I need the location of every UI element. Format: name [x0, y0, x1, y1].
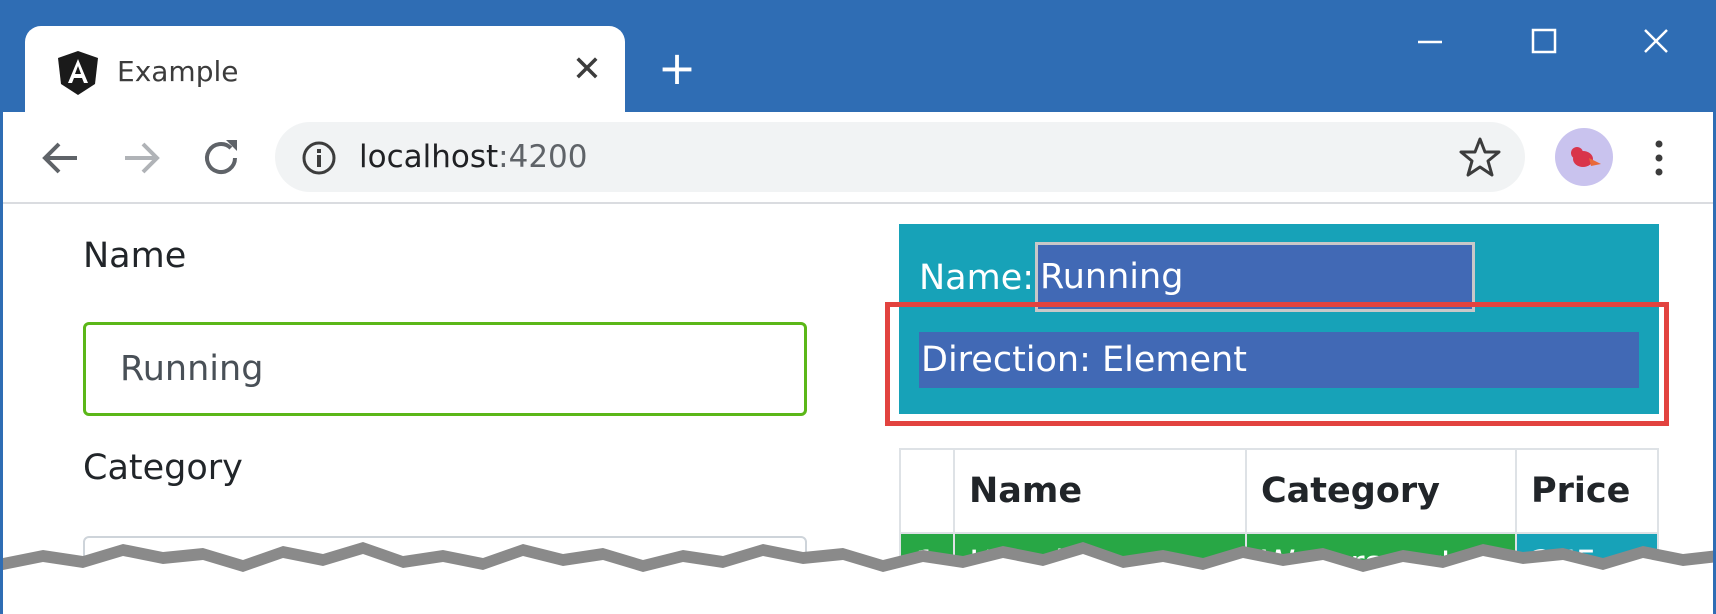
name-label: Name [83, 236, 187, 276]
url-port: :4200 [498, 139, 588, 175]
torn-edge-decoration [3, 542, 1713, 614]
tab-example[interactable]: Example ✕ [25, 26, 625, 112]
name-input[interactable]: Running [83, 322, 807, 416]
close-icon[interactable] [1621, 14, 1691, 70]
info-icon[interactable] [301, 140, 337, 176]
panel-name-label: Name: [919, 258, 1035, 298]
plus-icon[interactable]: + [651, 42, 703, 94]
maximize-icon[interactable] [1509, 14, 1579, 70]
title-bar: Example ✕ + [3, 0, 1713, 112]
minimize-icon[interactable] [1395, 14, 1465, 70]
bird-icon [1571, 147, 1601, 167]
reload-icon[interactable] [193, 130, 249, 186]
bird-avatar-icon[interactable] [1555, 128, 1613, 186]
highlight-frame [885, 302, 1669, 426]
browser-toolbar: localhost:4200 [3, 112, 1713, 204]
angular-logo-icon [58, 51, 98, 95]
back-arrow-icon[interactable] [33, 130, 89, 186]
tab-title: Example [117, 55, 239, 88]
url-host: localhost [359, 139, 499, 175]
close-icon[interactable]: ✕ [563, 46, 611, 94]
star-icon[interactable] [1459, 136, 1501, 178]
forward-arrow-icon[interactable] [113, 130, 169, 186]
url-text[interactable]: localhost:4200 [359, 134, 588, 180]
category-label: Category [83, 448, 243, 488]
more-vert-icon[interactable] [1643, 132, 1675, 184]
address-bar[interactable]: localhost:4200 [275, 122, 1525, 192]
browser-window: Example ✕ + localhost:4200 Name Running … [0, 0, 1716, 614]
